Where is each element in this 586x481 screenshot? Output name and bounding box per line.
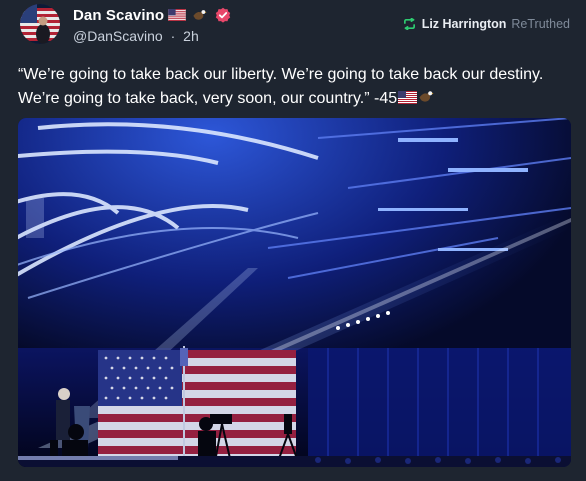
eagle-emoji [419,91,434,102]
post-body: “We’re going to take back our liberty. W… [18,63,568,111]
retruth-indicator: Liz Harrington ReTruthed [403,17,570,31]
post-media-image[interactable] [18,118,571,467]
author-avatar[interactable] [20,4,60,44]
author-display-name[interactable]: Dan Scavino [73,7,164,24]
eagle-emoji [193,10,207,20]
author-handle[interactable]: @DanScavino [73,28,163,44]
author-handle-row: @DanScavino · 2h [73,28,199,44]
retruth-label: ReTruthed [511,17,570,31]
post-text: “We’re going to take back our liberty. W… [18,66,544,107]
verified-badge-icon [215,7,231,23]
handle-separator: · [170,28,176,44]
us-flag-emoji [168,9,186,21]
truth-post: Dan Scavino @DanScavino · 2h Liz Harring… [0,0,586,481]
us-flag-emoji [398,91,418,104]
retruth-user-name[interactable]: Liz Harrington [422,17,507,31]
author-name-row: Dan Scavino [73,5,231,25]
retruth-arrows-icon [403,18,415,30]
post-time[interactable]: 2h [183,28,199,44]
